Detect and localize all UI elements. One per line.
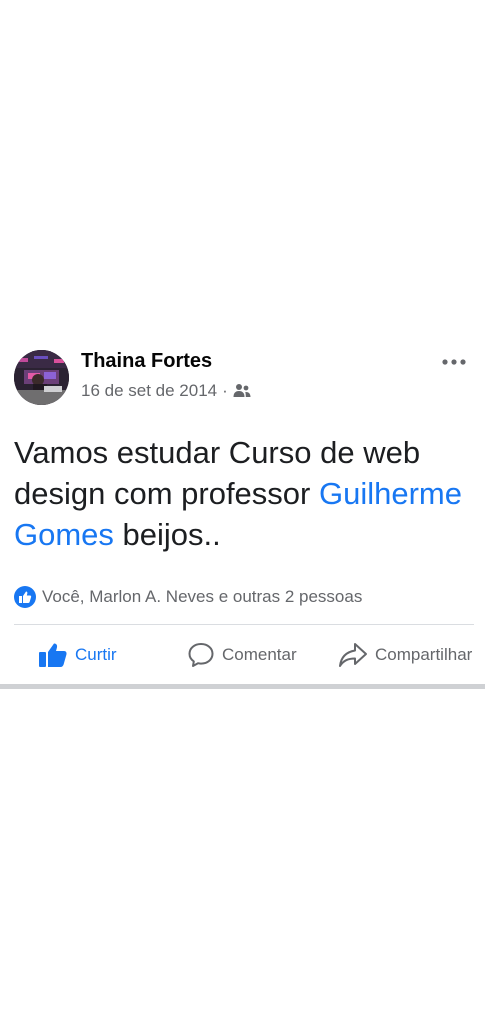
reactions-text: Você, Marlon A. Neves e outras 2 pessoas [42, 587, 363, 606]
divider [14, 624, 474, 625]
like-button[interactable]: Curtir [38, 634, 117, 676]
reactions-summary[interactable]: Você, Marlon A. Neves e outras 2 pessoas [14, 585, 362, 609]
post-meta: 16 de set de 2014 · [81, 381, 251, 401]
comment-icon [187, 641, 215, 669]
share-icon [338, 642, 368, 668]
more-options-icon [442, 359, 466, 365]
action-bar: Curtir Comentar Compartilhar [0, 634, 485, 676]
author-name[interactable]: Thaina Fortes [81, 350, 212, 373]
post-text-after-mention: beijos.. [122, 517, 221, 552]
comment-label: Comentar [222, 645, 297, 664]
share-label: Compartilhar [375, 645, 473, 664]
share-button[interactable]: Compartilhar [338, 634, 472, 676]
like-label: Curtir [75, 645, 117, 664]
comment-button[interactable]: Comentar [187, 634, 297, 676]
thumbs-up-icon [38, 642, 68, 668]
post-separator [0, 684, 485, 689]
post-date[interactable]: 16 de set de 2014 [81, 381, 217, 401]
post-card: Thaina Fortes 16 de set de 2014 · Vamos … [0, 336, 485, 688]
avatar[interactable] [14, 350, 69, 405]
meta-separator: · [222, 381, 228, 400]
avatar-photo [14, 350, 69, 405]
like-badge-icon [14, 586, 36, 608]
post-text: Vamos estudar Curso de web design com pr… [14, 432, 474, 555]
more-options-button[interactable] [436, 350, 472, 374]
friends-icon[interactable] [233, 383, 251, 399]
